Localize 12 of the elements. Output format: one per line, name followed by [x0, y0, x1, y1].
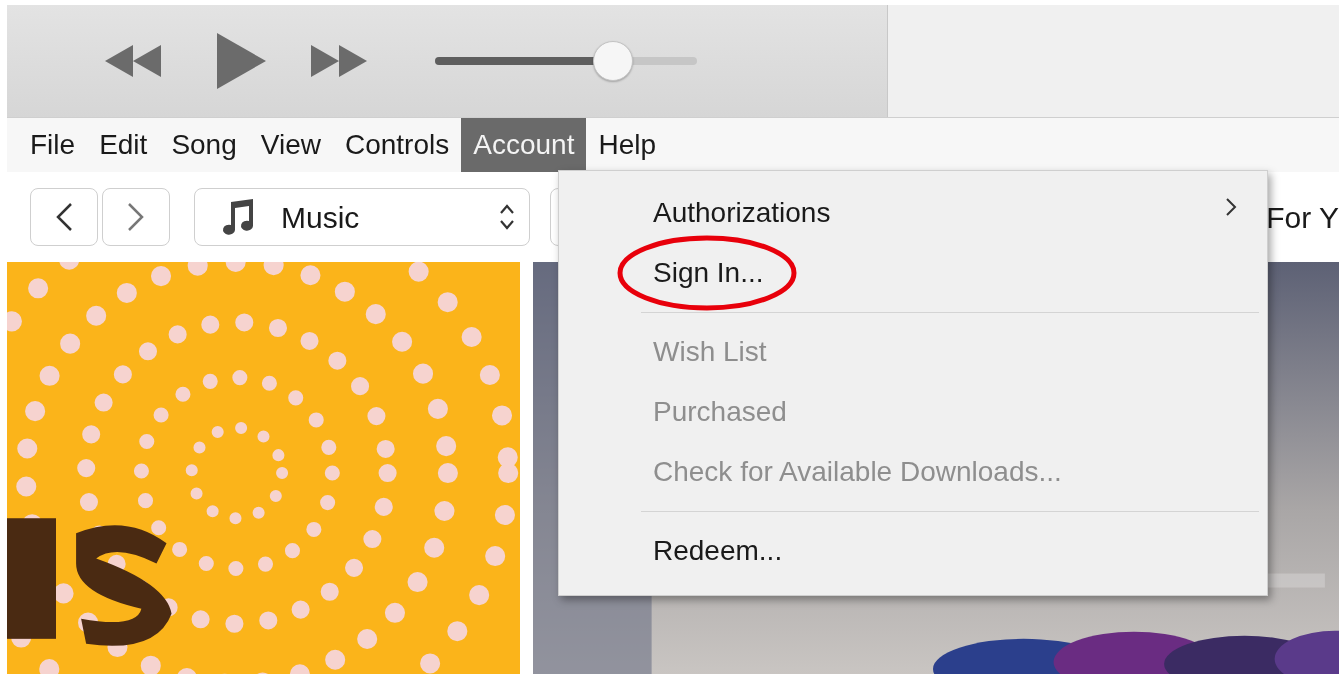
library-picker[interactable]: Music [194, 188, 530, 246]
menu-item[interactable]: Edit [87, 118, 160, 172]
menu-item[interactable]: Controls [332, 118, 462, 172]
menu-option[interactable]: Authorizations [559, 183, 1267, 243]
menu-item[interactable]: View [248, 118, 333, 172]
menu-item[interactable]: Help [586, 118, 668, 172]
menu-item[interactable]: File [18, 118, 88, 172]
tab-label[interactable]: For Y [1266, 194, 1339, 240]
menu-option[interactable]: Redeem... [559, 521, 1267, 581]
menu-item[interactable]: Song [159, 118, 249, 172]
menu-option[interactable]: Sign In... [559, 243, 1267, 303]
menu-item[interactable]: Account [461, 118, 587, 172]
